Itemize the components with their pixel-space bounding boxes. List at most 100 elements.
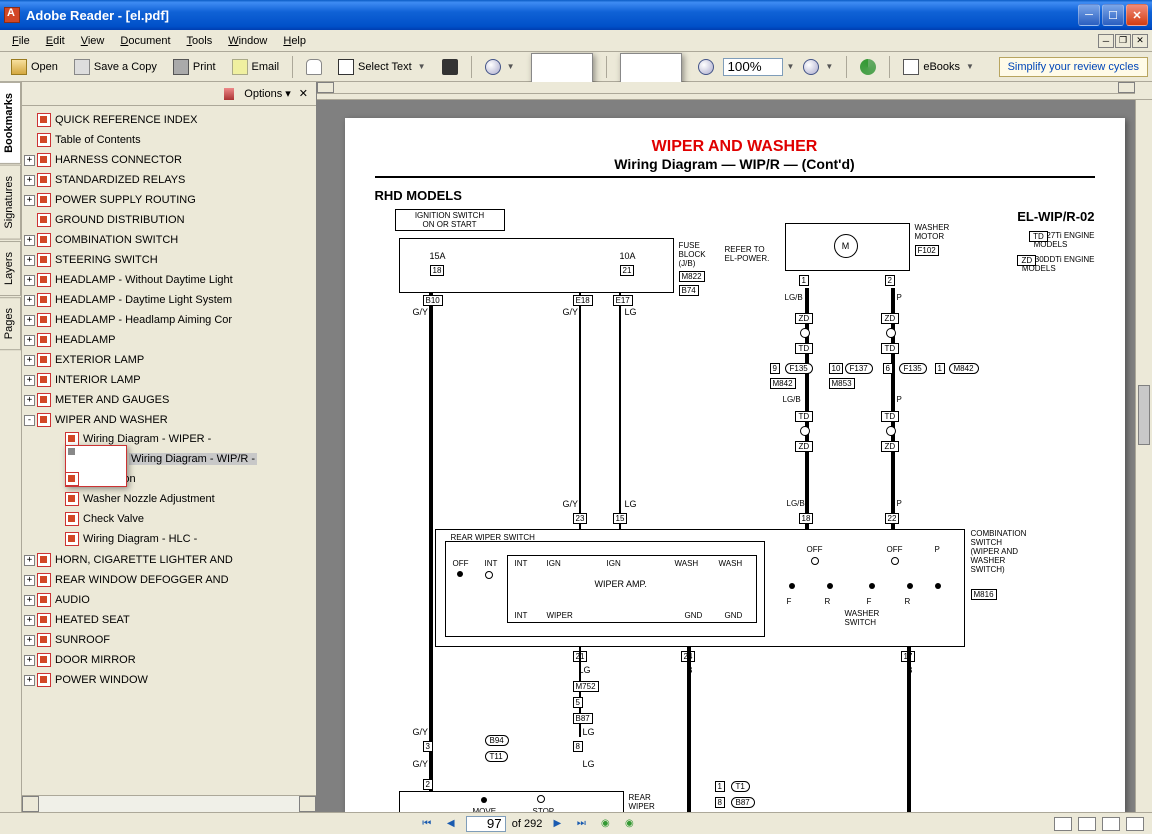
menu-view[interactable]: View [73,33,113,49]
continuous-view[interactable] [1078,817,1096,831]
expand-toggle[interactable]: + [24,255,35,266]
save-copy-button[interactable]: Save a Copy [67,55,164,79]
bookmark-item[interactable]: QUICK REFERENCE INDEX [24,111,314,129]
bookmarks-hscroll[interactable] [22,795,316,812]
menu-file[interactable]: File [4,33,38,49]
print-button[interactable]: Print [166,55,223,79]
bookmark-item[interactable]: +HORN, CIGARETTE LIGHTER AND [24,551,314,569]
bookmark-item[interactable]: +DOOR MIRROR [24,651,314,669]
bookmark-item[interactable]: +HEADLAMP - Headlamp Aiming Cor [24,311,314,329]
tab-signatures[interactable]: Signatures [0,165,21,240]
expand-toggle[interactable]: - [24,415,35,426]
rotate-button[interactable] [853,55,883,79]
bookmark-item[interactable]: +HEATED SEAT [24,611,314,629]
maximize-button[interactable]: ☐ [1102,4,1124,26]
menu-help[interactable]: Help [275,33,314,49]
ebooks-button[interactable]: eBooks▼ [896,55,981,79]
options-menu[interactable]: Options ▾ [244,87,291,100]
doc-hscroll-top[interactable] [317,82,1135,94]
hand-tool-button[interactable] [299,55,329,79]
zoom-out-button[interactable] [691,55,721,79]
bookmark-item[interactable]: +AUDIO [24,591,314,609]
mdi-minimize-button[interactable]: ─ [1098,34,1114,48]
scroll-right-button[interactable] [299,796,316,812]
forward-button[interactable]: ◉ [620,816,638,832]
mdi-close-button[interactable]: ✕ [1132,34,1148,48]
bookmark-item[interactable]: Wiring Diagram - WIP/R - [52,450,314,468]
fit-page-button[interactable] [613,55,689,79]
zoom-plus-button[interactable]: ▼ [796,55,840,79]
expand-toggle[interactable]: + [24,615,35,626]
next-page-button[interactable]: ▶ [548,816,566,832]
rhd-models-label: RHD MODELS [375,188,1095,203]
menu-document[interactable]: Document [112,33,178,49]
minimize-button[interactable]: ─ [1078,4,1100,26]
bookmark-item[interactable]: -WIPER AND WASHER [24,411,314,429]
close-button[interactable]: ✕ [1126,4,1148,26]
bookmark-item[interactable]: Wiring Diagram - HLC - [52,530,314,548]
expand-toggle[interactable]: + [24,635,35,646]
bookmark-item[interactable]: +POWER SUPPLY ROUTING [24,191,314,209]
back-button[interactable]: ◉ [596,816,614,832]
zoom-input[interactable] [723,58,783,76]
tab-layers[interactable]: Layers [0,241,21,296]
expand-toggle[interactable]: + [24,655,35,666]
single-page-view[interactable] [1054,817,1072,831]
prev-page-button[interactable]: ◀ [442,816,460,832]
doc-vscroll[interactable] [1135,100,1152,812]
snapshot-button[interactable] [435,55,465,79]
close-panel-button[interactable]: ✕ [299,87,308,100]
expand-toggle[interactable]: + [24,195,35,206]
mdi-restore-button[interactable]: ❐ [1115,34,1131,48]
facing-view[interactable] [1102,817,1120,831]
expand-toggle[interactable]: + [24,595,35,606]
expand-toggle[interactable]: + [24,675,35,686]
bookmark-item[interactable]: +HEADLAMP - Without Daytime Light [24,271,314,289]
bookmark-item[interactable]: GROUND DISTRIBUTION [24,211,314,229]
page-number-input[interactable] [466,816,506,832]
open-button[interactable]: Open [4,55,65,79]
bookmark-item[interactable]: +HARNESS CONNECTOR [24,151,314,169]
expand-toggle[interactable]: + [24,335,35,346]
tab-pages[interactable]: Pages [0,297,21,350]
bookmark-item[interactable]: +INTERIOR LAMP [24,371,314,389]
expand-toggle[interactable]: + [24,275,35,286]
bookmark-item[interactable]: Check Valve [52,510,314,528]
first-page-button[interactable]: ⏮ [418,816,436,832]
new-page-button[interactable] [524,55,600,79]
expand-toggle[interactable]: + [24,295,35,306]
last-page-button[interactable]: ⏭ [572,816,590,832]
select-text-button[interactable]: Select Text▼ [331,55,433,79]
bookmark-item[interactable]: +METER AND GAUGES [24,391,314,409]
expand-toggle[interactable]: + [24,175,35,186]
expand-toggle[interactable]: + [24,375,35,386]
zoom-dropdown[interactable]: ▼ [787,62,795,71]
expand-toggle[interactable]: + [24,355,35,366]
bookmark-item[interactable]: Table of Contents [24,131,314,149]
zoom-in-button[interactable]: ▼ [478,55,522,79]
menu-window[interactable]: Window [220,33,275,49]
bookmark-item[interactable]: +EXTERIOR LAMP [24,351,314,369]
scroll-left-button[interactable] [22,796,39,812]
bookmark-item[interactable]: +STEERING SWITCH [24,251,314,269]
bookmark-item[interactable]: +REAR WINDOW DEFOGGER AND [24,571,314,589]
bookmark-item[interactable]: +SUNROOF [24,631,314,649]
expand-toggle[interactable]: + [24,155,35,166]
expand-toggle[interactable]: + [24,575,35,586]
bookmark-item[interactable]: +HEADLAMP [24,331,314,349]
bookmark-item[interactable]: +STANDARDIZED RELAYS [24,171,314,189]
bookmark-item[interactable]: +POWER WINDOW [24,671,314,689]
menu-tools[interactable]: Tools [179,33,221,49]
bookmark-item[interactable]: +HEADLAMP - Daytime Light System [24,291,314,309]
expand-toggle[interactable]: + [24,235,35,246]
expand-toggle[interactable]: + [24,315,35,326]
email-button[interactable]: Email [225,55,287,79]
menu-edit[interactable]: Edit [38,33,73,49]
expand-toggle[interactable]: + [24,395,35,406]
continuous-facing-view[interactable] [1126,817,1144,831]
bookmark-item[interactable]: Washer Nozzle Adjustment [52,490,314,508]
tab-bookmarks[interactable]: Bookmarks [0,82,21,164]
expand-toggle[interactable]: + [24,555,35,566]
bookmark-item[interactable]: +COMBINATION SWITCH [24,231,314,249]
review-cycles-button[interactable]: Simplify your review cycles [999,57,1148,77]
